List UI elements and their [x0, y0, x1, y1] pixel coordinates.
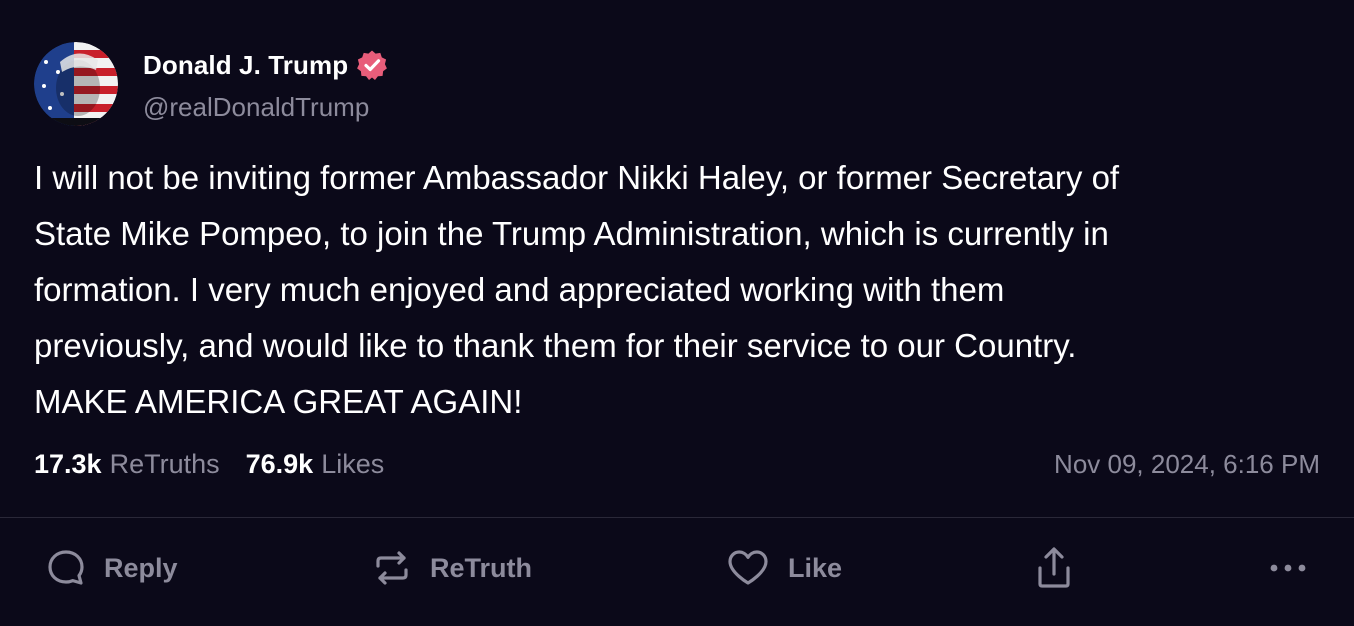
author-name-row: Donald J. Trump	[143, 48, 388, 82]
share-icon	[1034, 546, 1074, 590]
retruth-label: ReTruth	[430, 552, 533, 583]
more-options-button[interactable]	[1268, 546, 1308, 590]
divider	[0, 517, 1354, 518]
post-text: I will not be inviting former Ambassador…	[34, 159, 1120, 420]
reply-icon	[46, 548, 86, 588]
heart-icon	[726, 548, 770, 588]
post-stats: 17.3k ReTruths 76.9k Likes	[34, 446, 384, 482]
retruths-label[interactable]: ReTruths	[110, 449, 220, 480]
retruths-count[interactable]: 17.3k	[34, 449, 102, 480]
like-label: Like	[788, 552, 843, 583]
retruth-button[interactable]: ReTruth	[372, 546, 532, 590]
more-icon	[1268, 562, 1308, 574]
reply-button[interactable]: Reply	[46, 546, 178, 590]
verified-badge-icon	[356, 49, 388, 81]
share-button[interactable]	[1034, 546, 1074, 590]
likes-count[interactable]: 76.9k	[246, 449, 314, 480]
avatar[interactable]	[34, 42, 118, 126]
author-handle[interactable]: @realDonaldTrump	[143, 92, 369, 123]
post-card: Donald J. Trump @realDonaldTrump I will …	[0, 0, 1354, 626]
post-timestamp[interactable]: Nov 09, 2024, 6:16 PM	[1054, 446, 1320, 482]
like-button[interactable]: Like	[726, 546, 842, 590]
retruth-icon	[372, 548, 412, 588]
avatar-image	[34, 42, 118, 126]
likes-label[interactable]: Likes	[321, 449, 384, 480]
author-display-name[interactable]: Donald J. Trump	[143, 50, 348, 81]
reply-label: Reply	[104, 552, 178, 583]
